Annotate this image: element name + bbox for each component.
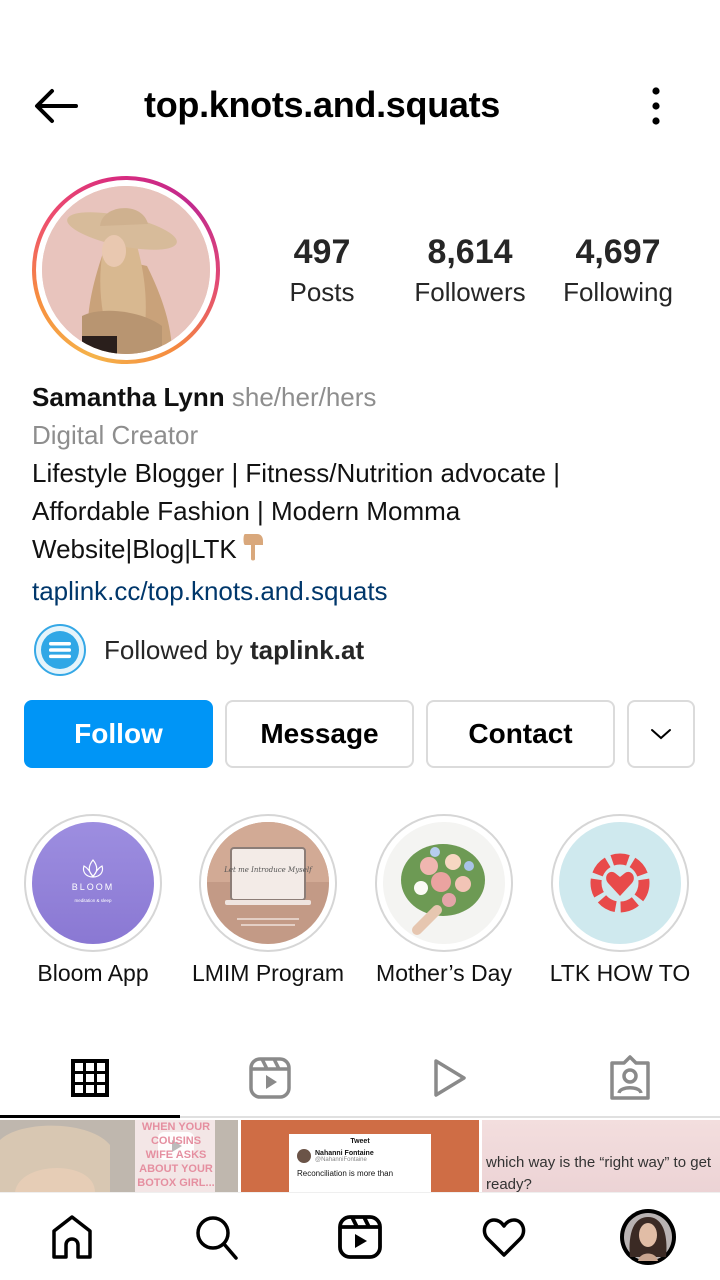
tweet-name: Nahanni Fontaine bbox=[315, 1149, 374, 1157]
profile-avatar-icon bbox=[620, 1209, 676, 1265]
heart-icon bbox=[482, 1218, 526, 1257]
bio-line: Affordable Fashion | Modern Momma bbox=[32, 496, 461, 526]
stat-following[interactable]: 4,697 Following bbox=[548, 230, 688, 310]
nav-search[interactable] bbox=[184, 1205, 248, 1269]
pronouns: she/her/hers bbox=[231, 382, 377, 412]
tweet-card: Tweet Nahanni Fontaine @NahanniFontaine … bbox=[289, 1134, 431, 1192]
highlight-cover bbox=[383, 822, 505, 944]
following-label: Following bbox=[563, 277, 673, 307]
profile-username: top.knots.and.squats bbox=[144, 84, 501, 125]
bio-line: Lifestyle Blogger | Fitness/Nutrition ad… bbox=[32, 458, 560, 488]
back-arrow-icon[interactable] bbox=[30, 84, 82, 128]
stat-posts[interactable]: 497 Posts bbox=[252, 230, 392, 310]
highlight-lmim-program[interactable]: Let me Introduce Myself LMIM Program bbox=[192, 814, 344, 986]
tab-reels[interactable] bbox=[180, 1040, 360, 1116]
highlight-cover bbox=[559, 822, 681, 944]
stat-followers[interactable]: 8,614 Followers bbox=[400, 230, 540, 310]
profile-avatar[interactable] bbox=[32, 176, 220, 364]
chevron-down-icon bbox=[651, 729, 671, 740]
highlight-bloom-app[interactable]: BLOOM meditation & sleep Bloom App bbox=[24, 814, 162, 986]
highlight-label: LTK HOW TO bbox=[549, 960, 691, 986]
bio-line: Website|Blog|LTK bbox=[32, 534, 237, 564]
nav-profile[interactable] bbox=[616, 1205, 680, 1269]
followers-label: Followers bbox=[414, 277, 526, 307]
lmim-cover-text: Let me Introduce Myself bbox=[223, 866, 313, 874]
followers-count: 8,614 bbox=[427, 233, 513, 271]
message-button[interactable]: Message bbox=[225, 700, 414, 768]
tweet-body: Reconciliation is more than bbox=[297, 1169, 394, 1178]
follow-button[interactable]: Follow bbox=[24, 700, 213, 768]
nav-activity[interactable] bbox=[472, 1205, 536, 1269]
tab-tagged[interactable] bbox=[540, 1040, 720, 1116]
category: Digital Creator bbox=[32, 420, 199, 450]
followed-by-user[interactable]: taplink.at bbox=[250, 635, 364, 665]
active-tab-indicator bbox=[0, 1115, 180, 1118]
posts-label: Posts bbox=[289, 277, 355, 307]
post-thumbnail[interactable]: which way is the “right way” to get read… bbox=[482, 1120, 720, 1192]
following-count: 4,697 bbox=[575, 233, 661, 271]
bloom-logo-text: BLOOM bbox=[72, 882, 115, 892]
tweet-label: Tweet bbox=[350, 1138, 370, 1145]
highlight-ltk-how-to[interactable]: LTK HOW TO bbox=[550, 814, 690, 986]
search-icon bbox=[196, 1216, 238, 1260]
followed-by-prefix: Followed by bbox=[104, 634, 250, 665]
highlight-mothers-day[interactable]: Mother’s Day bbox=[375, 814, 513, 986]
play-icon bbox=[434, 1059, 466, 1097]
highlight-label: Bloom App bbox=[37, 960, 149, 986]
home-icon bbox=[52, 1215, 92, 1259]
tweet-avatar bbox=[297, 1149, 311, 1163]
highlight-cover: Let me Introduce Myself bbox=[207, 822, 329, 944]
pointing-down-icon bbox=[241, 532, 267, 572]
reels-icon bbox=[338, 1215, 382, 1259]
bloom-subtext: meditation & sleep bbox=[74, 898, 112, 903]
highlight-label: Mother’s Day bbox=[376, 960, 512, 986]
contact-button[interactable]: Contact bbox=[426, 700, 615, 768]
post-caption-text: which way is the “right way” to get read… bbox=[486, 1154, 712, 1192]
profile-photo bbox=[42, 186, 210, 354]
profile-tabs bbox=[0, 1040, 720, 1118]
post-thumbnail[interactable]: WHEN YOUR COUSINS WIFE ASKS ABOUT YOUR B… bbox=[0, 1120, 238, 1192]
highlight-cover: BLOOM meditation & sleep bbox=[32, 822, 154, 944]
nav-home[interactable] bbox=[40, 1205, 104, 1269]
followed-by-text: Followed by taplink.at bbox=[104, 635, 364, 666]
taplink-avatar-icon bbox=[34, 624, 86, 676]
tagged-person-icon bbox=[610, 1055, 650, 1100]
more-options-icon[interactable] bbox=[640, 84, 672, 128]
bio-line-row: Website|Blog|LTK bbox=[32, 530, 692, 572]
reels-icon bbox=[249, 1057, 291, 1099]
bottom-navigation bbox=[0, 1192, 720, 1280]
tab-videos[interactable] bbox=[360, 1040, 540, 1116]
grid-icon bbox=[71, 1059, 109, 1097]
posts-grid: WHEN YOUR COUSINS WIFE ASKS ABOUT YOUR B… bbox=[0, 1120, 720, 1192]
post-thumbnail[interactable]: Tweet Nahanni Fontaine @NahanniFontaine … bbox=[241, 1120, 479, 1192]
name-row: Samantha Lynn she/her/hers bbox=[32, 378, 692, 416]
tab-posts-grid[interactable] bbox=[0, 1040, 180, 1118]
suggested-accounts-button[interactable] bbox=[627, 700, 695, 768]
profile-bio: Samantha Lynn she/her/hers Digital Creat… bbox=[32, 378, 692, 610]
post-caption-text: WHEN YOUR COUSINS WIFE ASKS ABOUT YOUR B… bbox=[137, 1121, 215, 1189]
highlight-label: LMIM Program bbox=[191, 960, 345, 986]
tweet-handle: @NahanniFontaine bbox=[315, 1156, 367, 1163]
display-name: Samantha Lynn bbox=[32, 382, 225, 412]
profile-link[interactable]: taplink.cc/top.knots.and.squats bbox=[32, 572, 692, 610]
followed-by[interactable]: Followed by taplink.at bbox=[34, 624, 364, 676]
nav-reels[interactable] bbox=[328, 1205, 392, 1269]
top-bar: top.knots.and.squats bbox=[0, 60, 720, 152]
posts-count: 497 bbox=[293, 233, 351, 271]
